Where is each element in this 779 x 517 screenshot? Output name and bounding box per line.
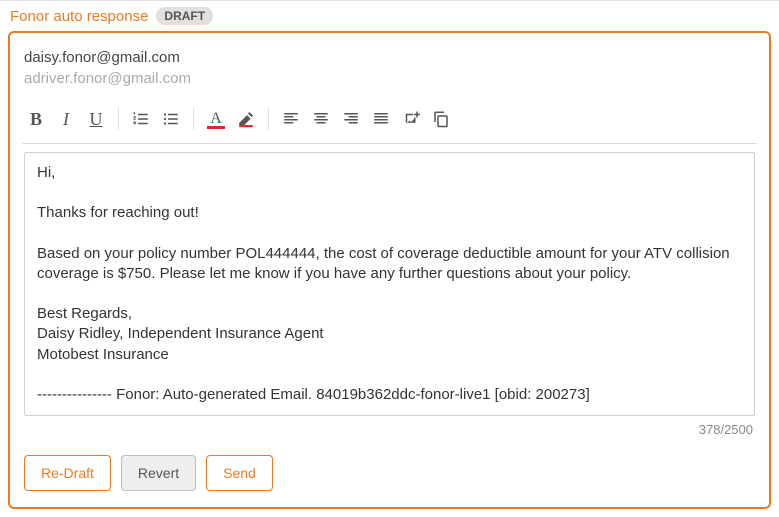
image-plus-icon xyxy=(402,110,420,128)
editor-toolbar: B I U A xyxy=(22,99,757,144)
body-line: Thanks for reaching out! xyxy=(37,203,742,223)
align-center-icon xyxy=(312,110,330,128)
recipient-cc[interactable]: adriver.fonor@gmail.com xyxy=(24,68,755,89)
unordered-list-button[interactable] xyxy=(157,105,185,133)
message-body-input[interactable]: Hi, Thanks for reaching out! Based on yo… xyxy=(24,152,755,416)
ordered-list-icon xyxy=(132,110,150,128)
char-counter: 378/2500 xyxy=(24,416,755,437)
status-badge: DRAFT xyxy=(156,7,213,25)
recipient-to[interactable]: daisy.fonor@gmail.com xyxy=(24,47,755,68)
bold-button[interactable]: B xyxy=(22,105,50,133)
italic-button[interactable]: I xyxy=(52,105,80,133)
body-line: Daisy Ridley, Independent Insurance Agen… xyxy=(37,324,742,344)
highlight-icon xyxy=(237,110,255,128)
align-right-icon xyxy=(342,110,360,128)
body-footer: --------------- Fonor: Auto-generated Em… xyxy=(37,385,742,405)
align-right-button[interactable] xyxy=(337,105,365,133)
underline-button[interactable]: U xyxy=(82,105,110,133)
copy-icon xyxy=(432,110,450,128)
revert-button[interactable]: Revert xyxy=(121,455,196,491)
align-center-button[interactable] xyxy=(307,105,335,133)
insert-image-button[interactable] xyxy=(397,105,425,133)
copy-button[interactable] xyxy=(427,105,455,133)
compose-card: daisy.fonor@gmail.com adriver.fonor@gmai… xyxy=(8,31,771,509)
redraft-button[interactable]: Re-Draft xyxy=(24,455,111,491)
align-left-icon xyxy=(282,110,300,128)
body-line: Best Regards, xyxy=(37,304,742,324)
body-line: Based on your policy number POL444444, t… xyxy=(37,244,742,285)
page-title: Fonor auto response xyxy=(10,8,148,25)
align-justify-icon xyxy=(372,110,390,128)
highlight-color-button[interactable] xyxy=(232,105,260,133)
toolbar-separator xyxy=(118,108,119,130)
ordered-list-button[interactable] xyxy=(127,105,155,133)
align-justify-button[interactable] xyxy=(367,105,395,133)
toolbar-separator xyxy=(193,108,194,130)
recipients-block: daisy.fonor@gmail.com adriver.fonor@gmai… xyxy=(24,47,755,89)
body-line: Hi, xyxy=(37,163,742,183)
top-divider xyxy=(0,0,779,1)
action-row: Re-Draft Revert Send xyxy=(24,455,755,491)
text-color-button[interactable]: A xyxy=(202,105,230,133)
toolbar-separator xyxy=(268,108,269,130)
header-row: Fonor auto response DRAFT xyxy=(0,7,779,31)
send-button[interactable]: Send xyxy=(206,455,273,491)
align-left-button[interactable] xyxy=(277,105,305,133)
body-line: Motobest Insurance xyxy=(37,345,742,365)
unordered-list-icon xyxy=(162,110,180,128)
